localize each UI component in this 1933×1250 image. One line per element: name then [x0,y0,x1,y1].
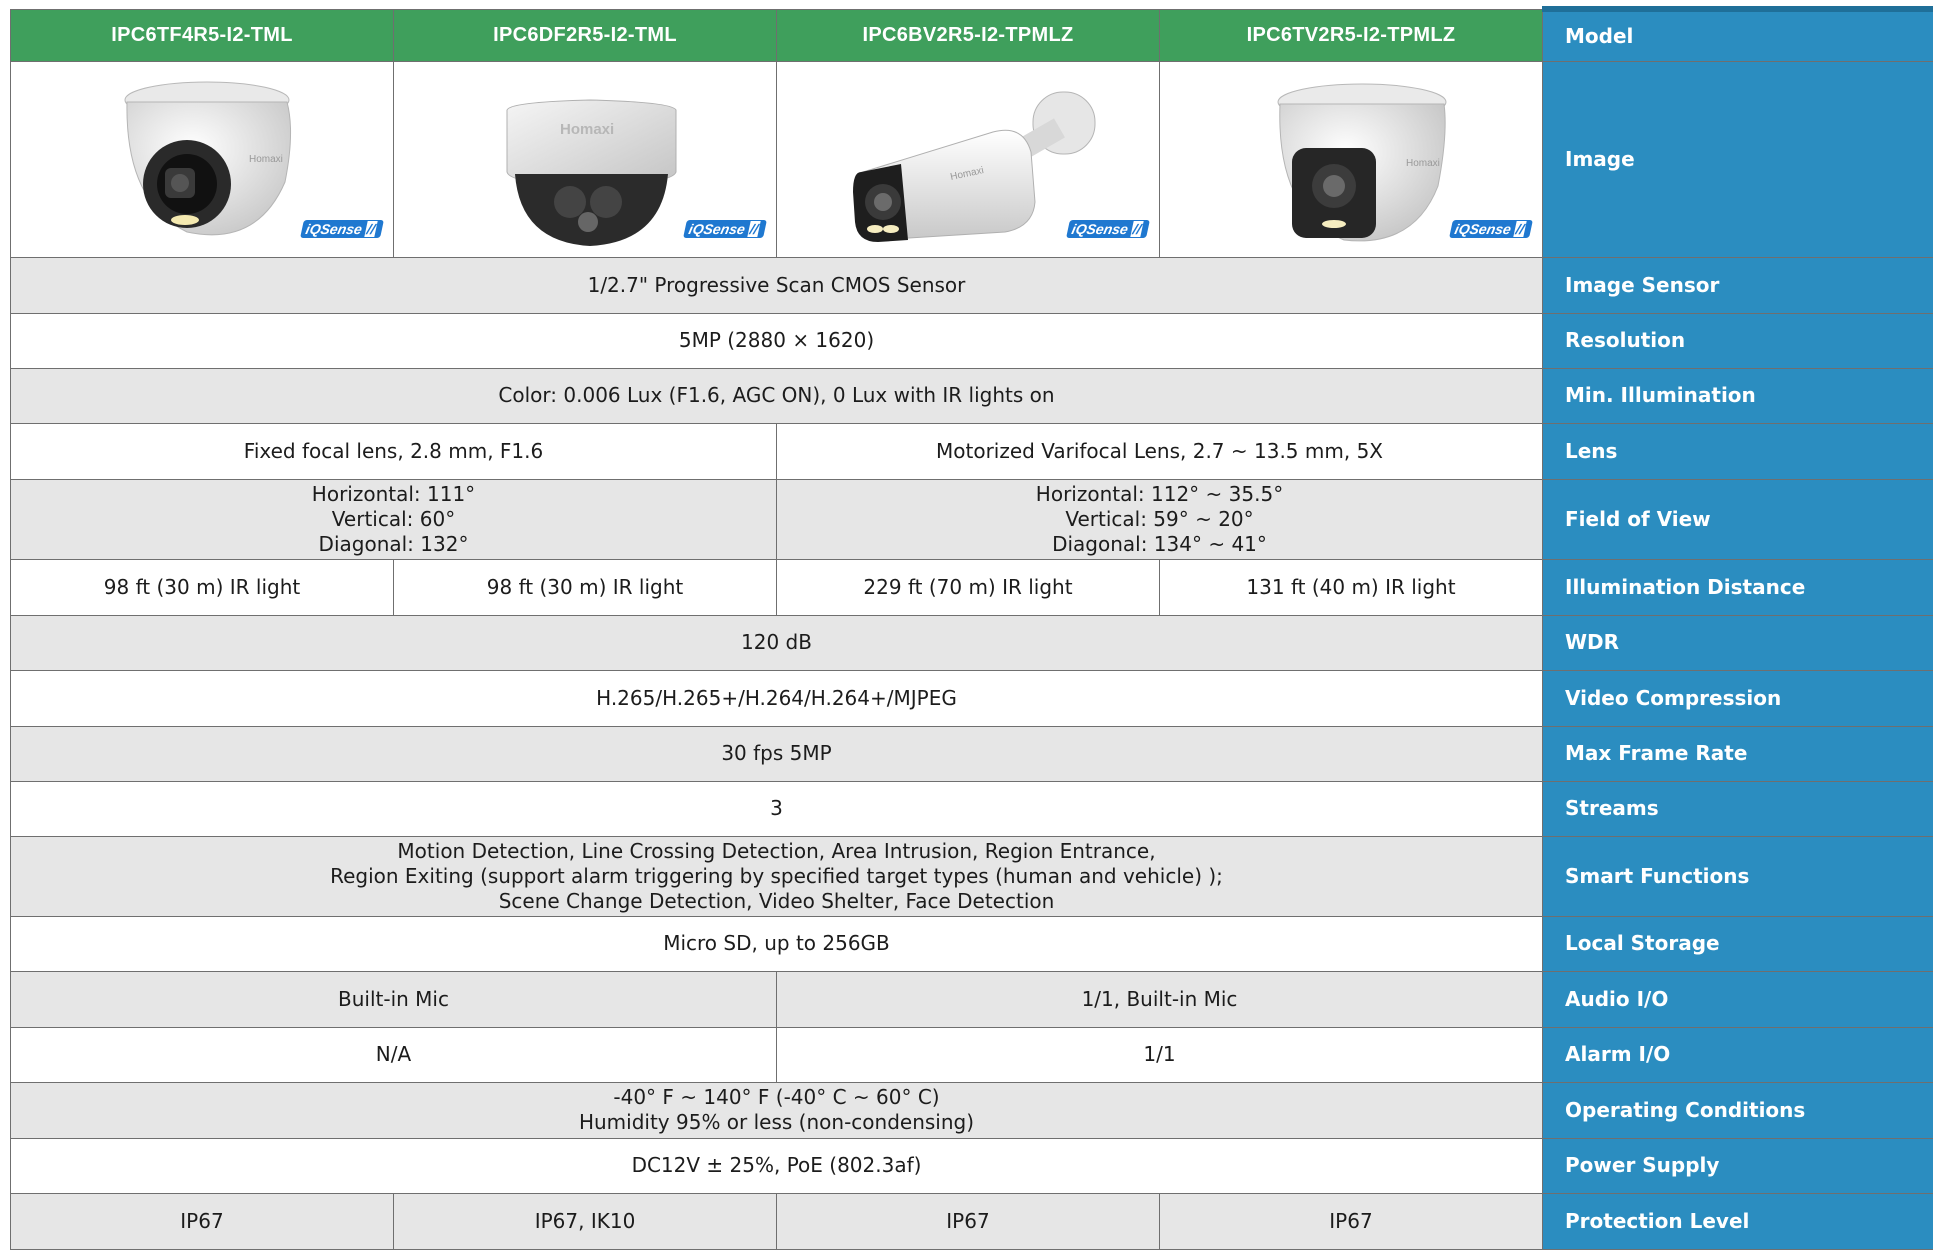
row-operating-conditions: -40° F ~ 140° F (-40° C ~ 60° C) Humidit… [11,1082,1933,1138]
field-of-view-value: Horizontal: 112° ~ 35.5° Vertical: 59° ~… [777,479,1543,559]
operating-temperature: -40° F ~ 140° F (-40° C ~ 60° C) [17,1085,1536,1110]
model-name: IPC6TV2R5-I2-TPMLZ [1160,9,1543,61]
wdr-value: 120 dB [11,615,1543,670]
spec-table: IPC6TF4R5-I2-TML IPC6DF2R5-I2-TML IPC6BV… [10,6,1933,1250]
image-sensor-value: 1/2.7" Progressive Scan CMOS Sensor [11,257,1543,313]
lens-value: Motorized Varifocal Lens, 2.7 ~ 13.5 mm,… [777,423,1543,479]
model-name: IPC6BV2R5-I2-TPMLZ [777,9,1160,61]
row-label-illumination-distance: Illumination Distance [1543,559,1933,615]
camera-image-cell: Homaxi iQSense// [11,61,394,257]
row-video-compression: H.265/H.265+/H.264/H.264+/MJPEG Video Co… [11,670,1933,726]
turret-camera-image: Homaxi iQSense// [17,62,394,256]
row-label-wdr: WDR [1543,615,1933,670]
fov-vertical: Vertical: 59° ~ 20° [783,507,1536,532]
row-label-audio-io: Audio I/O [1543,971,1933,1027]
protection-level-value: IP67 [11,1193,394,1249]
row-label-local-storage: Local Storage [1543,916,1933,971]
resolution-value: 5MP (2880 × 1620) [11,313,1543,368]
row-label-image-sensor: Image Sensor [1543,257,1933,313]
row-label-alarm-io: Alarm I/O [1543,1027,1933,1082]
row-audio-io: Built-in Mic 1/1, Built-in Mic Audio I/O [11,971,1933,1027]
row-lens: Fixed focal lens, 2.8 mm, F1.6 Motorized… [11,423,1933,479]
camera-image-cell: Homaxi iQSense// [1160,61,1543,257]
fov-horizontal: Horizontal: 112° ~ 35.5° [783,482,1536,507]
operating-humidity: Humidity 95% or less (non-condensing) [17,1110,1536,1135]
row-label-model: Model [1543,9,1933,61]
row-resolution: 5MP (2880 × 1620) Resolution [11,313,1933,368]
fov-horizontal: Horizontal: 111° [17,482,770,507]
illumination-distance-value: 98 ft (30 m) IR light [394,559,777,615]
protection-level-value: IP67 [777,1193,1160,1249]
audio-io-value: Built-in Mic [11,971,777,1027]
alarm-io-value: 1/1 [777,1027,1543,1082]
smart-functions-line: Motion Detection, Line Crossing Detectio… [17,839,1536,864]
smart-functions-line: Scene Change Detection, Video Shelter, F… [17,889,1536,914]
illumination-distance-value: 131 ft (40 m) IR light [1160,559,1543,615]
field-of-view-value: Horizontal: 111° Vertical: 60° Diagonal:… [11,479,777,559]
protection-level-value: IP67 [1160,1193,1543,1249]
row-label-max-frame-rate: Max Frame Rate [1543,726,1933,781]
row-field-of-view: Horizontal: 111° Vertical: 60° Diagonal:… [11,479,1933,559]
fov-vertical: Vertical: 60° [17,507,770,532]
model-name: IPC6DF2R5-I2-TML [394,9,777,61]
min-illumination-value: Color: 0.006 Lux (F1.6, AGC ON), 0 Lux w… [11,368,1543,423]
row-image-sensor: 1/2.7" Progressive Scan CMOS Sensor Imag… [11,257,1933,313]
audio-io-value: 1/1, Built-in Mic [777,971,1543,1027]
dome-camera-image: Homaxi iQSense// [400,62,777,256]
row-wdr: 120 dB WDR [11,615,1933,670]
row-model: IPC6TF4R5-I2-TML IPC6DF2R5-I2-TML IPC6BV… [11,9,1933,61]
brand-text: Homaxi [1406,158,1440,169]
iqsense-badge: iQSense// [1066,220,1150,238]
iqsense-badge: iQSense// [1449,220,1533,238]
fov-diagonal: Diagonal: 132° [17,532,770,557]
row-alarm-io: N/A 1/1 Alarm I/O [11,1027,1933,1082]
operating-conditions-value: -40° F ~ 140° F (-40° C ~ 60° C) Humidit… [11,1082,1543,1138]
illumination-distance-value: 98 ft (30 m) IR light [11,559,394,615]
illumination-distance-value: 229 ft (70 m) IR light [777,559,1160,615]
bullet-camera-image: Homaxi iQSense// [783,62,1160,256]
brand-text: Homaxi [560,121,614,138]
row-label-resolution: Resolution [1543,313,1933,368]
lens-value: Fixed focal lens, 2.8 mm, F1.6 [11,423,777,479]
video-compression-value: H.265/H.265+/H.264/H.264+/MJPEG [11,670,1543,726]
row-image: Homaxi iQSense// Homax [11,61,1933,257]
model-name: IPC6TF4R5-I2-TML [11,9,394,61]
iqsense-badge: iQSense// [300,220,384,238]
row-protection-level: IP67 IP67, IK10 IP67 IP67 Protection Lev… [11,1193,1933,1249]
row-label-min-illumination: Min. Illumination [1543,368,1933,423]
row-local-storage: Micro SD, up to 256GB Local Storage [11,916,1933,971]
row-smart-functions: Motion Detection, Line Crossing Detectio… [11,836,1933,916]
spec-sheet: IPC6TF4R5-I2-TML IPC6DF2R5-I2-TML IPC6BV… [10,6,1933,1249]
row-min-illumination: Color: 0.006 Lux (F1.6, AGC ON), 0 Lux w… [11,368,1933,423]
smart-functions-value: Motion Detection, Line Crossing Detectio… [11,836,1543,916]
row-label-smart-functions: Smart Functions [1543,836,1933,916]
row-power-supply: DC12V ± 25%, PoE (802.3af) Power Supply [11,1138,1933,1193]
row-label-lens: Lens [1543,423,1933,479]
row-label-power-supply: Power Supply [1543,1138,1933,1193]
row-label-field-of-view: Field of View [1543,479,1933,559]
streams-value: 3 [11,781,1543,836]
iqsense-badge: iQSense// [683,220,767,238]
local-storage-value: Micro SD, up to 256GB [11,916,1543,971]
fov-diagonal: Diagonal: 134° ~ 41° [783,532,1536,557]
smart-functions-line: Region Exiting (support alarm triggering… [17,864,1536,889]
row-label-image: Image [1543,61,1933,257]
brand-text: Homaxi [249,154,283,165]
row-label-video-compression: Video Compression [1543,670,1933,726]
camera-image-cell: Homaxi iQSense// [777,61,1160,257]
camera-image-cell: Homaxi iQSense// [394,61,777,257]
max-frame-rate-value: 30 fps 5MP [11,726,1543,781]
turret-varifocal-camera-image: Homaxi iQSense// [1166,62,1543,256]
row-label-operating-conditions: Operating Conditions [1543,1082,1933,1138]
row-illumination-distance: 98 ft (30 m) IR light 98 ft (30 m) IR li… [11,559,1933,615]
row-max-frame-rate: 30 fps 5MP Max Frame Rate [11,726,1933,781]
row-label-protection-level: Protection Level [1543,1193,1933,1249]
power-supply-value: DC12V ± 25%, PoE (802.3af) [11,1138,1543,1193]
protection-level-value: IP67, IK10 [394,1193,777,1249]
row-streams: 3 Streams [11,781,1933,836]
row-label-streams: Streams [1543,781,1933,836]
alarm-io-value: N/A [11,1027,777,1082]
